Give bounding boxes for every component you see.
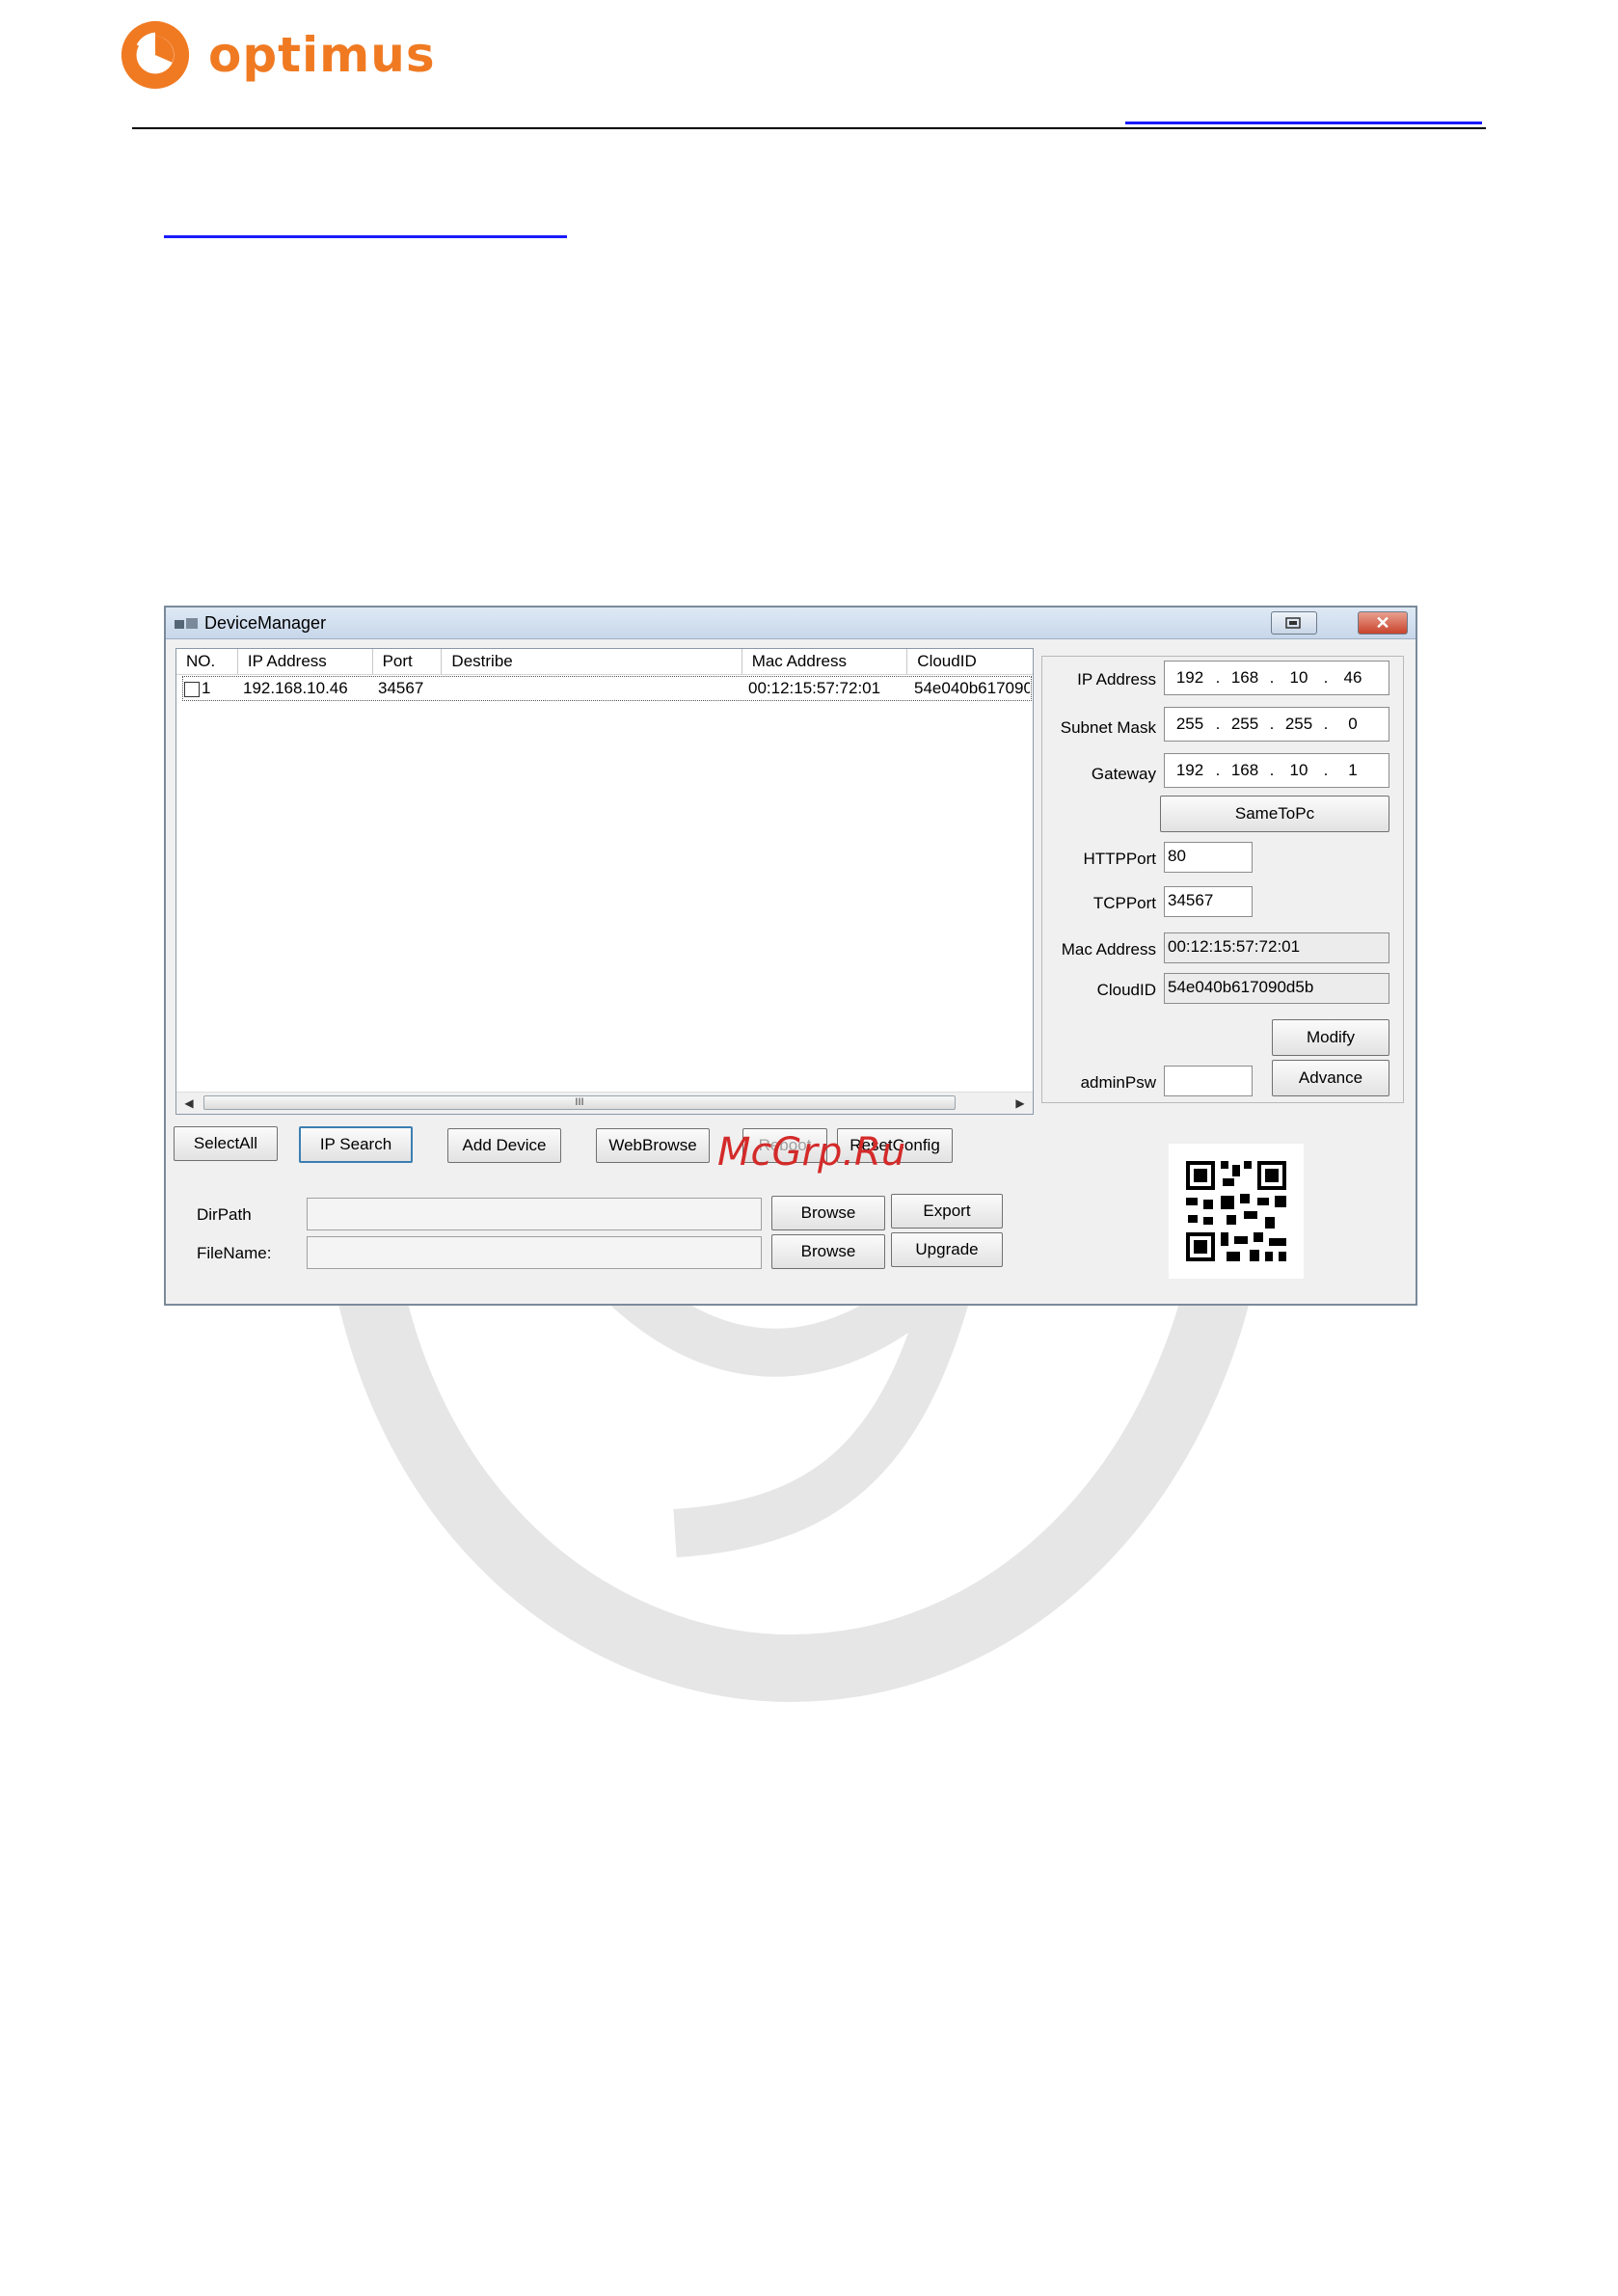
restore-icon xyxy=(1285,617,1301,629)
upgrade-button[interactable]: Upgrade xyxy=(891,1232,1003,1267)
same-to-pc-button[interactable]: SameToPc xyxy=(1160,796,1389,832)
tcp-port-label: TCPPort xyxy=(1092,894,1156,912)
file-name-input[interactable] xyxy=(307,1236,762,1269)
row-cloudid: 54e040b617090 xyxy=(914,679,1030,697)
advance-button[interactable]: Advance xyxy=(1272,1060,1389,1096)
http-port-input[interactable]: 80 xyxy=(1164,842,1253,873)
optimus-logo-icon xyxy=(121,20,190,90)
dir-path-label: DirPath xyxy=(197,1205,252,1224)
close-button[interactable]: ✕ xyxy=(1358,611,1408,635)
ip-search-button[interactable]: IP Search xyxy=(299,1126,413,1163)
select-all-button[interactable]: SelectAll xyxy=(174,1126,278,1161)
mac-address-label: Mac Address xyxy=(1061,940,1156,959)
device-list[interactable]: NO. IP Address Port Destribe Mac Address… xyxy=(175,648,1034,1115)
list-header: NO. IP Address Port Destribe Mac Address… xyxy=(176,649,1033,675)
watermark-text: McGrp.Ru xyxy=(717,1130,906,1175)
column-header-cloudid[interactable]: CloudID xyxy=(907,649,1033,674)
row-no: 1 xyxy=(202,679,211,697)
network-settings-panel: IP Address 192. 168. 10. 46 Subnet Mask … xyxy=(1041,656,1404,1103)
file-browse-button[interactable]: Browse xyxy=(771,1234,885,1269)
row-ip: 192.168.10.46 xyxy=(243,679,348,697)
scroll-right-icon[interactable]: ▶ xyxy=(1010,1093,1031,1114)
row-mac: 00:12:15:57:72:01 xyxy=(748,679,881,697)
row-port: 34567 xyxy=(378,679,424,697)
file-name-label: FileName: xyxy=(197,1244,272,1262)
body-link[interactable] xyxy=(164,235,567,238)
close-icon: ✕ xyxy=(1375,613,1390,633)
subnet-mask-label: Subnet Mask xyxy=(1060,718,1156,737)
brand-name: optimus xyxy=(208,27,436,83)
horizontal-scrollbar[interactable]: ◀ III ▶ xyxy=(176,1092,1033,1114)
cloudid-label: CloudID xyxy=(1096,981,1156,999)
mac-address-field: 00:12:15:57:72:01 xyxy=(1164,932,1389,963)
column-header-describe[interactable]: Destribe xyxy=(442,649,742,674)
row-describe xyxy=(444,677,744,700)
modify-button[interactable]: Modify xyxy=(1272,1019,1389,1056)
column-header-no[interactable]: NO. xyxy=(176,649,238,674)
qr-code-icon xyxy=(1169,1144,1304,1279)
scroll-left-icon[interactable]: ◀ xyxy=(178,1093,200,1114)
add-device-button[interactable]: Add Device xyxy=(447,1128,561,1163)
title-bar[interactable]: DeviceManager ✕ xyxy=(166,608,1416,639)
column-header-port[interactable]: Port xyxy=(373,649,443,674)
device-manager-window: DeviceManager ✕ NO. IP Address Port Dest… xyxy=(164,606,1417,1306)
http-port-label: HTTPPort xyxy=(1083,850,1156,868)
gateway-label: Gateway xyxy=(1091,765,1156,783)
header-link[interactable] xyxy=(1125,122,1482,124)
brand-logo: optimus xyxy=(118,17,436,93)
column-header-ip[interactable]: IP Address xyxy=(238,649,373,674)
table-row[interactable]: 1 192.168.10.46 34567 00:12:15:57:72:01 … xyxy=(182,676,1032,701)
admin-password-label: adminPsw xyxy=(1080,1073,1156,1092)
export-button[interactable]: Export xyxy=(891,1194,1003,1229)
tcp-port-input[interactable]: 34567 xyxy=(1164,886,1253,917)
web-browse-button[interactable]: WebBrowse xyxy=(596,1128,710,1163)
column-header-mac[interactable]: Mac Address xyxy=(742,649,908,674)
ip-address-label: IP Address xyxy=(1077,670,1156,689)
admin-password-input[interactable] xyxy=(1164,1066,1253,1096)
app-icon xyxy=(175,618,198,629)
window-title: DeviceManager xyxy=(204,612,327,633)
restore-button[interactable] xyxy=(1271,611,1317,635)
subnet-mask-input[interactable]: 255. 255. 255. 0 xyxy=(1164,707,1389,742)
dir-path-input[interactable] xyxy=(307,1198,762,1230)
gateway-input[interactable]: 192. 168. 10. 1 xyxy=(1164,753,1389,788)
dir-browse-button[interactable]: Browse xyxy=(771,1196,885,1230)
scroll-thumb[interactable]: III xyxy=(203,1095,956,1110)
ip-address-input[interactable]: 192. 168. 10. 46 xyxy=(1164,661,1389,695)
cloudid-field: 54e040b617090d5b xyxy=(1164,973,1389,1004)
row-checkbox[interactable] xyxy=(184,681,200,697)
header-rule xyxy=(132,127,1486,129)
